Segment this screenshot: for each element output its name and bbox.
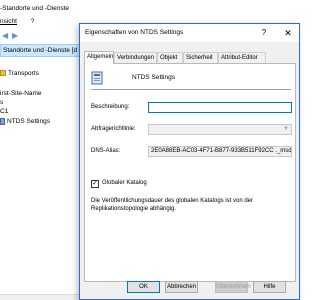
ok-button[interactable]: OK <box>127 281 160 293</box>
tab-connections[interactable]: Verbindungen <box>114 52 157 63</box>
tree-item-servers[interactable]: s <box>0 98 3 107</box>
description-label: Beschreibung: <box>91 104 130 110</box>
tree-item-sites-root[interactable]: Standorte und -Dienste [d <box>0 44 80 57</box>
tree-item-ntds-settings[interactable]: NTDS Settings <box>0 117 50 126</box>
tab-security[interactable]: Sicherheit <box>183 52 218 63</box>
global-catalog-label: Globaler Katalog <box>102 180 147 186</box>
tab-strip: Allgemein Verbindungen Objekt Sicherheit… <box>84 51 299 64</box>
chevron-down-icon: ▼ <box>283 126 289 132</box>
ntds-settings-icon <box>0 117 5 125</box>
help-button[interactable]: Hilfe <box>253 281 286 293</box>
tab-object[interactable]: Objekt <box>157 52 183 63</box>
dns-alias-label: DNS-Alias: <box>91 148 121 154</box>
tree-item-server[interactable]: C1 <box>0 107 8 116</box>
tree-item-transports[interactable]: Transports <box>0 69 39 78</box>
tab-general[interactable]: Allgemein <box>84 51 114 64</box>
query-policy-select[interactable]: ▼ <box>148 124 292 135</box>
toolbar: ◀ ▶ <box>0 28 80 42</box>
tree-item-site[interactable]: irst-Site-Name <box>0 89 42 98</box>
replication-info-text: Die Veröffentlichungsdauer des globalen … <box>91 198 253 212</box>
help-icon[interactable]: ? <box>258 26 270 40</box>
close-icon[interactable]: ✕ <box>282 26 294 40</box>
window-title: -Standorte und -Dienste <box>0 5 70 12</box>
ntds-object-icon <box>91 71 103 85</box>
general-tab-panel: NTDS Settings Beschreibung: Abfragericht… <box>84 63 296 282</box>
object-name: NTDS Settings <box>132 74 175 81</box>
description-input[interactable] <box>148 102 292 113</box>
forward-icon[interactable]: ▶ <box>12 31 18 40</box>
dialog-title: Eigenschaften von NTDS Settings <box>85 29 184 36</box>
global-catalog-checkbox[interactable]: ✓ <box>91 180 99 188</box>
ntds-settings-properties-dialog: Eigenschaften von NTDS Settings ? ✕ Allg… <box>79 23 300 300</box>
query-policy-label: Abfragerichtlinie: <box>91 126 136 132</box>
console-tree: Standorte und -Dienste [d Transports irs… <box>0 44 80 300</box>
dialog-titlebar: Eigenschaften von NTDS Settings ? ✕ <box>80 24 299 42</box>
cancel-button[interactable]: Abbrechen <box>165 281 198 293</box>
back-icon[interactable]: ◀ <box>2 31 8 40</box>
menu-help[interactable]: ? <box>31 18 35 25</box>
tab-attribute-editor[interactable]: Attribut-Editor <box>218 52 266 63</box>
menu-bar: nsicht ? <box>0 17 34 26</box>
tree-item-label: Standorte und -Dienste [d <box>3 47 78 54</box>
separator <box>91 89 291 90</box>
menu-view[interactable]: nsicht <box>0 18 17 25</box>
apply-button[interactable]: Übernehmen <box>215 281 251 293</box>
dns-alias-field[interactable]: 2E0A88EB-AC03-4F71-B877-933B511F92CC ._m… <box>148 146 292 157</box>
folder-icon <box>0 70 6 77</box>
